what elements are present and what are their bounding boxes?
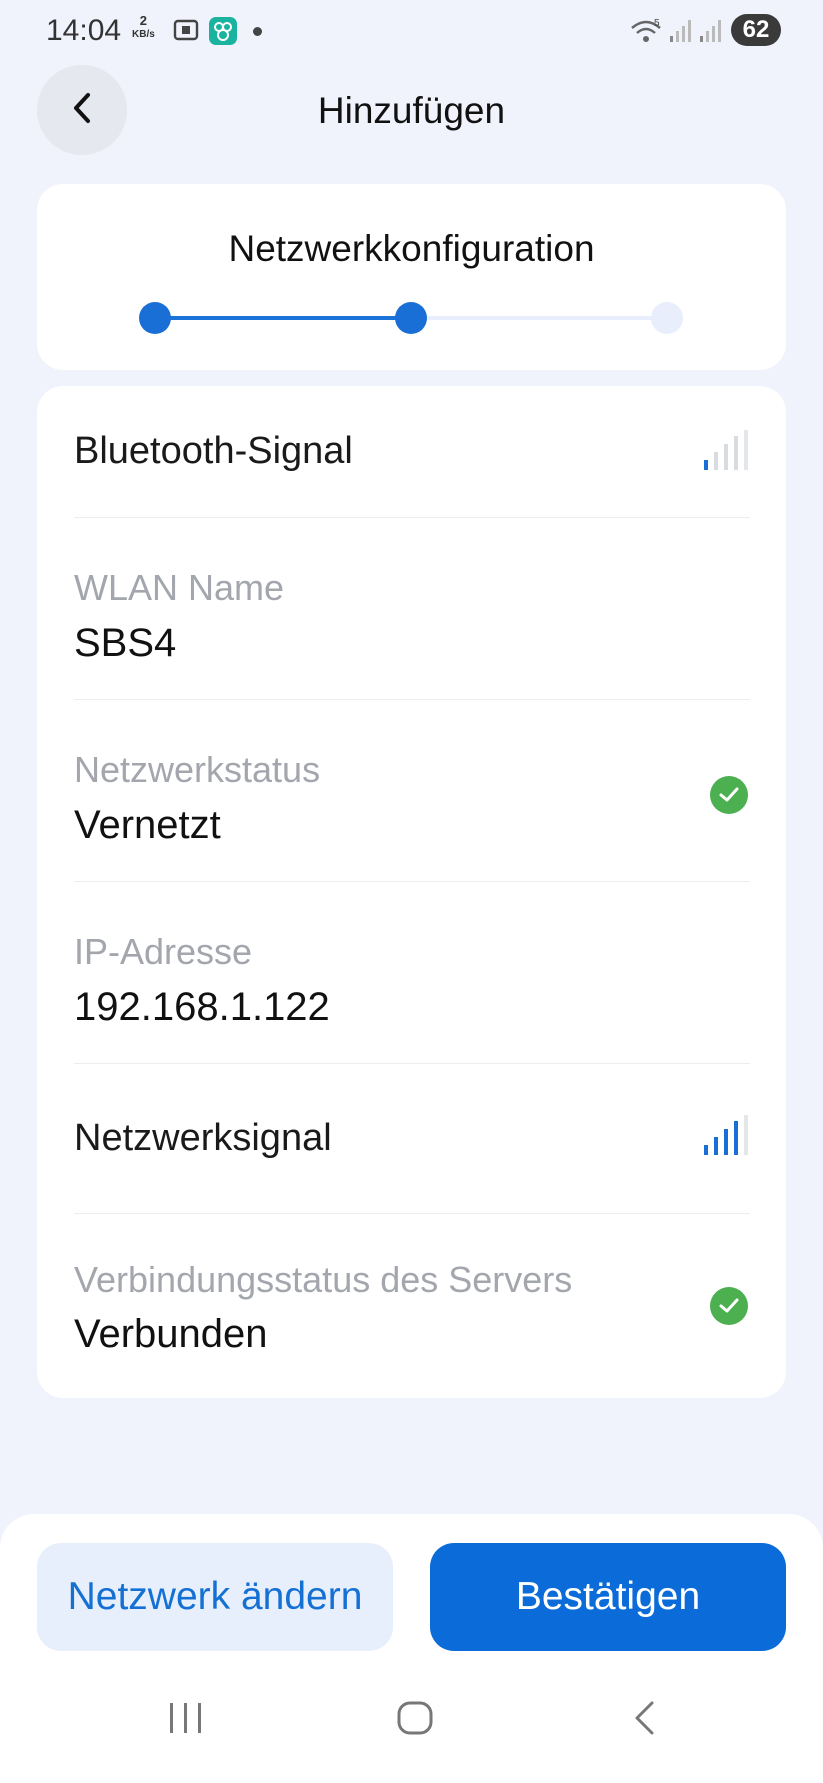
wlan-name-label: WLAN Name bbox=[74, 567, 285, 608]
wlan-name-row: WLAN Name SBS4 bbox=[74, 517, 750, 700]
svg-text:5: 5 bbox=[654, 18, 660, 29]
step-dot-2 bbox=[395, 302, 427, 334]
network-speed-unit: KB/s bbox=[132, 29, 155, 40]
notification-dot-icon bbox=[253, 27, 262, 36]
bluetooth-signal-row: Bluetooth-Signal bbox=[74, 386, 750, 518]
step-dot-3 bbox=[651, 302, 683, 334]
ip-address-row: IP-Adresse 192.168.1.122 bbox=[74, 881, 750, 1064]
step-progress-fill bbox=[155, 316, 411, 320]
network-status-row: Netzwerkstatus Vernetzt bbox=[74, 699, 750, 882]
wlan-name-value: SBS4 bbox=[74, 621, 177, 665]
network-speed-value: 2 bbox=[139, 13, 148, 28]
network-status-value: Vernetzt bbox=[74, 803, 221, 847]
server-status-row: Verbindungsstatus des Servers Verbunden bbox=[74, 1213, 750, 1398]
home-icon[interactable] bbox=[396, 1700, 434, 1741]
network-speed: 2 KB/s bbox=[132, 14, 155, 42]
battery-indicator: 62 bbox=[731, 14, 781, 46]
app-notification-icon bbox=[208, 16, 238, 51]
cell-signal-1-icon bbox=[668, 18, 692, 49]
ip-address-value: 192.168.1.122 bbox=[74, 985, 330, 1029]
check-circle-icon bbox=[710, 776, 748, 814]
confirm-button[interactable]: Bestätigen bbox=[430, 1543, 786, 1651]
network-signal-row: Netzwerksignal bbox=[74, 1063, 750, 1214]
network-signal-label: Netzwerksignal bbox=[74, 1117, 332, 1159]
system-back-icon[interactable] bbox=[630, 1700, 660, 1741]
cell-signal-2-icon bbox=[698, 18, 722, 49]
change-network-button[interactable]: Netzwerk ändern bbox=[37, 1543, 393, 1651]
status-bar: 14:04 2 KB/s 5 62 bbox=[0, 0, 823, 60]
stepper-title: Netzwerkkonfiguration bbox=[228, 228, 595, 269]
server-status-value: Verbunden bbox=[74, 1312, 268, 1356]
ip-address-label: IP-Adresse bbox=[74, 931, 253, 972]
check-circle-icon bbox=[710, 1287, 748, 1325]
wifi-icon: 5 bbox=[628, 16, 664, 51]
bottom-action-panel: Netzwerk ändern Bestätigen bbox=[0, 1514, 823, 1783]
page-title: Hinzufügen bbox=[317, 90, 506, 131]
server-status-label: Verbindungsstatus des Servers bbox=[74, 1259, 573, 1300]
step-dot-1 bbox=[139, 302, 171, 334]
status-time: 14:04 bbox=[46, 14, 122, 47]
network-status-label: Netzwerkstatus bbox=[74, 749, 321, 790]
bluetooth-signal-label: Bluetooth-Signal bbox=[74, 430, 353, 472]
screenshot-icon bbox=[172, 16, 200, 49]
bluetooth-signal-strength-icon bbox=[702, 430, 748, 477]
connection-info-card: Bluetooth-Signal WLAN Name SBS4 Netzwerk… bbox=[37, 386, 786, 1398]
recent-apps-icon[interactable] bbox=[166, 1700, 206, 1741]
progress-card: Netzwerkkonfiguration bbox=[37, 184, 786, 370]
network-signal-strength-icon bbox=[702, 1115, 748, 1162]
